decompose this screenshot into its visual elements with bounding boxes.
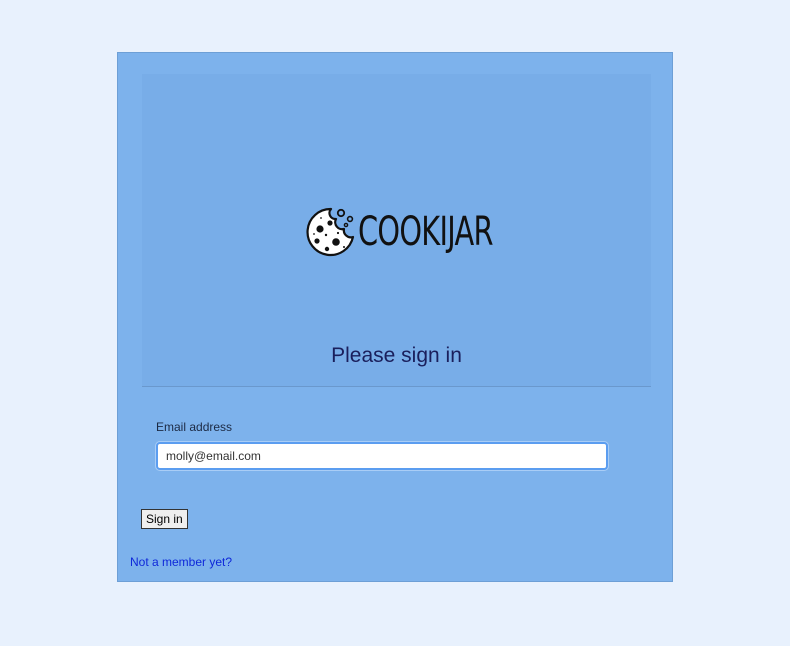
- page-title: Please sign in: [331, 344, 462, 367]
- signin-card: COOKIJAR Please sign in Email address Si…: [117, 52, 673, 582]
- sign-in-button[interactable]: Sign in: [141, 509, 188, 529]
- brand-logo: COOKIJAR: [306, 207, 545, 257]
- signin-header: COOKIJAR Please sign in: [142, 74, 651, 387]
- signup-link[interactable]: Not a member yet?: [130, 555, 232, 569]
- cookie-icon: [306, 207, 355, 257]
- email-field[interactable]: [156, 442, 608, 470]
- brand-name: COOKIJAR: [358, 209, 493, 255]
- email-label: Email address: [156, 420, 233, 434]
